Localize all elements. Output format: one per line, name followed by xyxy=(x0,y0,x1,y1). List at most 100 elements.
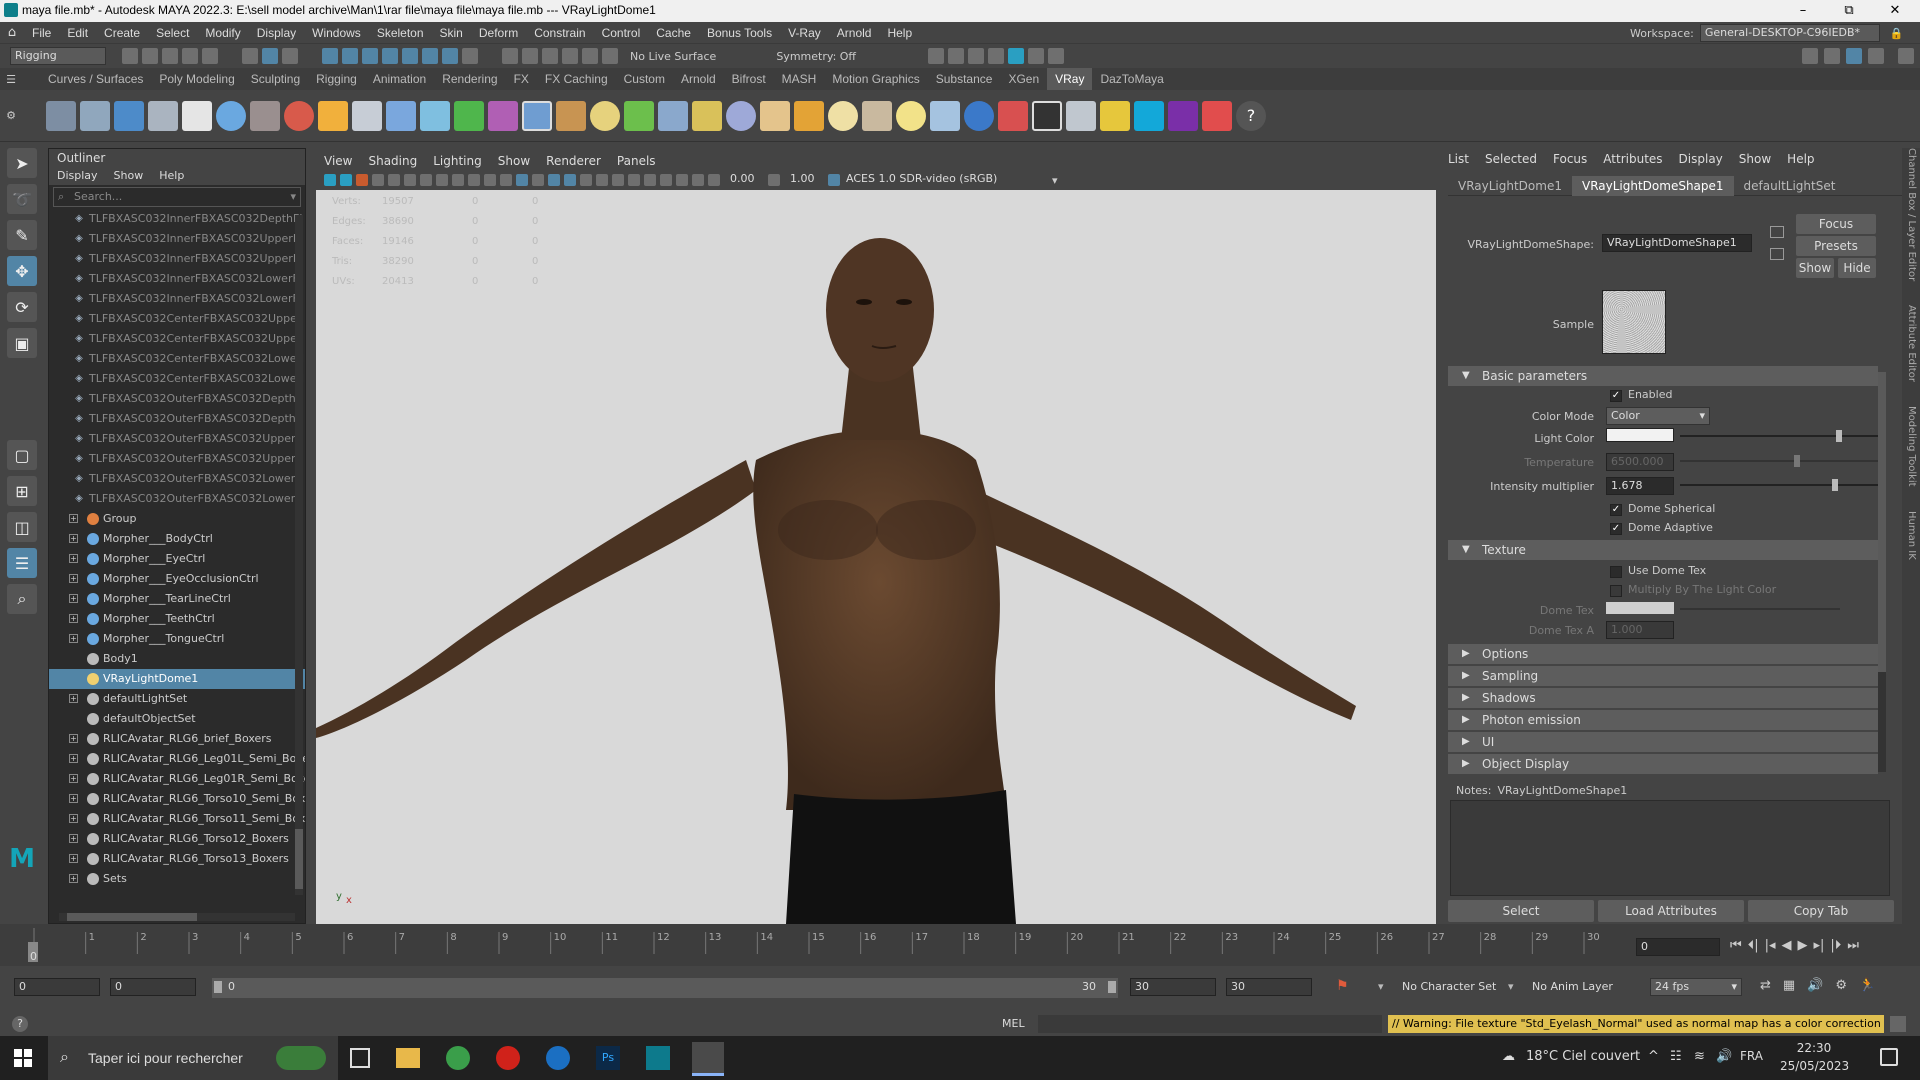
vray-material-icon[interactable] xyxy=(216,100,246,131)
perspective-viewport[interactable]: Verts: 19507 0 0 Edges: 38690 0 0 Faces: 19146 0 0 T… xyxy=(316,190,1436,924)
motion-blur-icon[interactable] xyxy=(612,174,624,186)
vray-frame-buffer-icon[interactable] xyxy=(80,100,110,131)
character-icon[interactable]: 🏃 xyxy=(1859,978,1875,993)
vray-point-light-icon[interactable] xyxy=(896,100,926,131)
hypershade-icon[interactable] xyxy=(1028,48,1045,64)
attribute-editor-icon[interactable] xyxy=(1824,48,1840,64)
redo-icon[interactable] xyxy=(202,48,218,64)
ae-tab-vraylightdome1[interactable]: VRayLightDome1 xyxy=(1448,176,1572,196)
viewport-menu-panels[interactable]: Panels xyxy=(609,152,664,170)
focus-button[interactable]: Focus xyxy=(1796,214,1876,234)
bookmark-icon[interactable] xyxy=(356,174,368,186)
outliner-item[interactable]: ◈ TLFBXASC032OuterFBXASC032DepthF xyxy=(49,389,305,409)
vray-vfb-icon[interactable] xyxy=(148,100,178,131)
paint-select-icon[interactable]: ✎ xyxy=(7,220,37,250)
shelf-tab-bifrost[interactable]: Bifrost xyxy=(724,68,774,90)
outliner-item[interactable]: ◈ TLFBXASC032OuterFBXASC032DepthF xyxy=(49,409,305,429)
copy-tab-button[interactable]: Copy Tab xyxy=(1748,900,1894,922)
side-tab-attribute-editor[interactable]: Attribute Editor xyxy=(1902,305,1920,382)
outliner-search[interactable]: ⌕ Search... ▾ xyxy=(53,187,301,207)
intensity-slider[interactable] xyxy=(1680,484,1878,486)
scale-tool-icon[interactable]: ▣ xyxy=(7,328,37,358)
snap-curve-icon[interactable] xyxy=(522,48,538,64)
shelf-tab-daztomaya[interactable]: DazToMaya xyxy=(1092,68,1171,90)
vray-rect-light-icon[interactable] xyxy=(420,100,450,131)
safe-title-icon[interactable] xyxy=(484,174,496,186)
section-options[interactable]: ▶ Options xyxy=(1448,644,1878,664)
enabled-checkbox[interactable]: ✓ xyxy=(1610,390,1622,402)
texture-header[interactable]: ▼ Texture xyxy=(1448,540,1878,560)
help-icon[interactable]: ? xyxy=(1236,100,1266,131)
channel-box-icon[interactable] xyxy=(1846,48,1862,64)
photoshop-icon[interactable]: Ps xyxy=(596,1046,620,1070)
side-tab-modeling-toolkit[interactable]: Modeling Toolkit xyxy=(1902,406,1920,487)
colorspace-dropdown[interactable]: ACES 1.0 SDR-video (sRGB) xyxy=(842,172,1052,188)
shelf-tab-rendering[interactable]: Rendering xyxy=(434,68,505,90)
section-ui[interactable]: ▶ UI xyxy=(1448,732,1878,752)
go-to-start-icon[interactable]: ⏮ xyxy=(1730,938,1742,953)
field-chart-icon[interactable] xyxy=(452,174,464,186)
menu-set-dropdown[interactable]: Rigging xyxy=(10,47,106,65)
warning-feedback[interactable]: // Warning: File texture "Std_Eyelash_No… xyxy=(1388,1015,1884,1033)
select-by-misc-icon[interactable] xyxy=(462,48,478,64)
gate-mask-icon[interactable] xyxy=(436,174,448,186)
shelf-tab-fx-caching[interactable]: FX Caching xyxy=(537,68,616,90)
viewport-menu-view[interactable]: View xyxy=(316,152,360,170)
single-view-icon[interactable]: ▢ xyxy=(7,440,37,470)
menu-create[interactable]: Create xyxy=(96,22,148,44)
step-back-frame-icon[interactable]: |◂ xyxy=(1765,938,1776,953)
pin-input-icon[interactable] xyxy=(1770,226,1784,238)
tray-chevron-icon[interactable]: ^ xyxy=(1648,1049,1659,1064)
play-forward-icon[interactable]: ▶ xyxy=(1798,938,1808,953)
vray-tent-icon[interactable] xyxy=(862,100,892,131)
basic-params-header[interactable]: ▼ Basic parameters xyxy=(1448,366,1878,386)
loop-icon[interactable]: ⇄ xyxy=(1760,978,1771,993)
menu-arnold[interactable]: Arnold xyxy=(829,22,880,44)
select-hierarchy-icon[interactable] xyxy=(242,48,258,64)
windows-start-icon[interactable] xyxy=(14,1049,32,1067)
vray-sphere-light-icon[interactable] xyxy=(454,100,484,131)
vray-hair-icon[interactable] xyxy=(692,100,722,131)
expand-toggle-icon[interactable]: + xyxy=(69,514,78,523)
vray-ies-light-icon[interactable] xyxy=(556,100,586,131)
notes-textarea[interactable] xyxy=(1450,800,1890,896)
use-lights-icon[interactable] xyxy=(564,174,576,186)
side-tab-human-ik[interactable]: Human IK xyxy=(1902,511,1920,560)
light-color-slider[interactable] xyxy=(1680,435,1878,437)
search-tool-icon[interactable]: ⌕ xyxy=(7,584,37,614)
xray-icon[interactable] xyxy=(676,174,688,186)
render-current-icon[interactable] xyxy=(948,48,965,64)
snap-grid-icon[interactable] xyxy=(502,48,518,64)
section-shadows[interactable]: ▶ Shadows xyxy=(1448,688,1878,708)
shelf-tab-arnold[interactable]: Arnold xyxy=(673,68,724,90)
vray-fur-icon[interactable] xyxy=(318,100,348,131)
dome-adaptive-checkbox[interactable]: ✓ xyxy=(1610,523,1622,535)
use-dome-tex-checkbox[interactable] xyxy=(1610,566,1622,578)
weather-icon[interactable]: ☁ xyxy=(1502,1049,1515,1064)
outliner-item[interactable]: + Morpher___TearLineCtrl xyxy=(49,589,305,609)
outliner-item[interactable]: ◈ TLFBXASC032InnerFBXASC032LowerFl xyxy=(49,269,305,289)
vray-spot-icon[interactable] xyxy=(794,100,824,131)
mel-label[interactable]: MEL xyxy=(1002,1017,1025,1030)
language-indicator[interactable]: FRA xyxy=(1740,1049,1763,1063)
temperature-field[interactable]: 6500.000 xyxy=(1606,453,1674,471)
vray-ambient-icon[interactable] xyxy=(828,100,858,131)
shelf-tab-substance[interactable]: Substance xyxy=(928,68,1001,90)
menu-windows[interactable]: Windows xyxy=(304,22,369,44)
isolate-select-icon[interactable] xyxy=(660,174,672,186)
taskbar-search-box[interactable]: ⌕ Taper ici pour rechercher xyxy=(48,1036,338,1080)
presets-button[interactable]: Presets xyxy=(1796,236,1876,256)
vray-paper-icon[interactable] xyxy=(930,100,960,131)
wifi-icon[interactable]: ≋ xyxy=(1694,1049,1705,1064)
pin-output-icon[interactable] xyxy=(1770,248,1784,260)
clock-time[interactable]: 22:30 xyxy=(1782,1041,1846,1055)
expand-toggle-icon[interactable]: + xyxy=(69,534,78,543)
menu-skeleton[interactable]: Skeleton xyxy=(369,22,432,44)
anim-end-field[interactable]: 30 xyxy=(1226,978,1312,996)
preferences-icon[interactable]: ⚙ xyxy=(1835,978,1847,993)
outliner-item[interactable]: Body1 xyxy=(49,649,305,669)
vray-flag-icon[interactable] xyxy=(998,100,1028,131)
safe-action-icon[interactable] xyxy=(468,174,480,186)
shelf-tab-custom[interactable]: Custom xyxy=(616,68,673,90)
time-ruler[interactable]: 1 2 3 4 5 6 7 8 9 10 11 12 13 14 15 16 17 18 19 20 21 22 23 24 2… xyxy=(24,924,1634,966)
